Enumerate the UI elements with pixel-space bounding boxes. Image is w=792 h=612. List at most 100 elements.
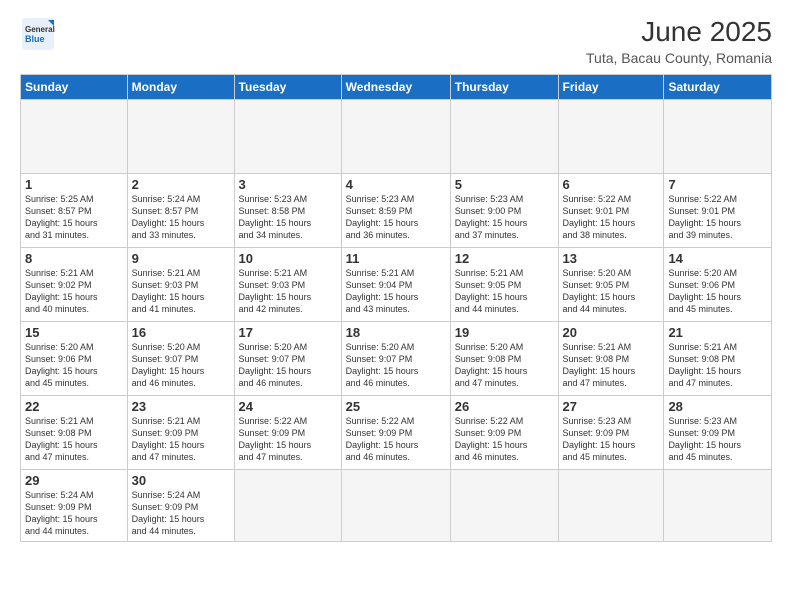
- svg-text:General: General: [25, 25, 55, 34]
- day-number: 27: [563, 399, 660, 414]
- day-number: 8: [25, 251, 123, 266]
- cell-info: Sunrise: 5:23 AMSunset: 9:09 PMDaylight:…: [563, 415, 660, 464]
- table-row: 25Sunrise: 5:22 AMSunset: 9:09 PMDayligh…: [341, 396, 450, 470]
- table-row: 2Sunrise: 5:24 AMSunset: 8:57 PMDaylight…: [127, 174, 234, 248]
- table-row: 12Sunrise: 5:21 AMSunset: 9:05 PMDayligh…: [450, 248, 558, 322]
- day-number: 10: [239, 251, 337, 266]
- cell-info: Sunrise: 5:22 AMSunset: 9:01 PMDaylight:…: [668, 193, 767, 242]
- title-area: June 2025 Tuta, Bacau County, Romania: [586, 16, 772, 66]
- table-row: [21, 100, 128, 174]
- table-row: 27Sunrise: 5:23 AMSunset: 9:09 PMDayligh…: [558, 396, 664, 470]
- table-row: 26Sunrise: 5:22 AMSunset: 9:09 PMDayligh…: [450, 396, 558, 470]
- cell-info: Sunrise: 5:22 AMSunset: 9:09 PMDaylight:…: [346, 415, 446, 464]
- day-number: 19: [455, 325, 554, 340]
- day-number: 17: [239, 325, 337, 340]
- day-number: 2: [132, 177, 230, 192]
- day-number: 29: [25, 473, 123, 488]
- day-number: 16: [132, 325, 230, 340]
- cell-info: Sunrise: 5:21 AMSunset: 9:03 PMDaylight:…: [132, 267, 230, 316]
- col-tuesday: Tuesday: [234, 75, 341, 100]
- table-row: 21Sunrise: 5:21 AMSunset: 9:08 PMDayligh…: [664, 322, 772, 396]
- cell-info: Sunrise: 5:20 AMSunset: 9:06 PMDaylight:…: [25, 341, 123, 390]
- day-number: 25: [346, 399, 446, 414]
- day-number: 3: [239, 177, 337, 192]
- table-row: 30Sunrise: 5:24 AMSunset: 9:09 PMDayligh…: [127, 470, 234, 542]
- table-row: [558, 470, 664, 542]
- col-thursday: Thursday: [450, 75, 558, 100]
- cell-info: Sunrise: 5:22 AMSunset: 9:01 PMDaylight:…: [563, 193, 660, 242]
- table-row: 7Sunrise: 5:22 AMSunset: 9:01 PMDaylight…: [664, 174, 772, 248]
- day-number: 1: [25, 177, 123, 192]
- location: Tuta, Bacau County, Romania: [586, 50, 772, 66]
- day-number: 6: [563, 177, 660, 192]
- cell-info: Sunrise: 5:24 AMSunset: 9:09 PMDaylight:…: [132, 489, 230, 538]
- table-row: 22Sunrise: 5:21 AMSunset: 9:08 PMDayligh…: [21, 396, 128, 470]
- table-row: 28Sunrise: 5:23 AMSunset: 9:09 PMDayligh…: [664, 396, 772, 470]
- page: General Blue June 2025 Tuta, Bacau Count…: [0, 0, 792, 612]
- cell-info: Sunrise: 5:20 AMSunset: 9:07 PMDaylight:…: [239, 341, 337, 390]
- table-row: 3Sunrise: 5:23 AMSunset: 8:58 PMDaylight…: [234, 174, 341, 248]
- table-row: [558, 100, 664, 174]
- day-number: 26: [455, 399, 554, 414]
- day-number: 24: [239, 399, 337, 414]
- table-row: [450, 470, 558, 542]
- table-row: 24Sunrise: 5:22 AMSunset: 9:09 PMDayligh…: [234, 396, 341, 470]
- cell-info: Sunrise: 5:21 AMSunset: 9:05 PMDaylight:…: [455, 267, 554, 316]
- table-row: [664, 470, 772, 542]
- col-sunday: Sunday: [21, 75, 128, 100]
- table-row: [664, 100, 772, 174]
- cell-info: Sunrise: 5:24 AMSunset: 9:09 PMDaylight:…: [25, 489, 123, 538]
- table-row: 1Sunrise: 5:25 AMSunset: 8:57 PMDaylight…: [21, 174, 128, 248]
- day-number: 14: [668, 251, 767, 266]
- logo: General Blue: [20, 16, 56, 52]
- day-number: 9: [132, 251, 230, 266]
- col-monday: Monday: [127, 75, 234, 100]
- table-row: 16Sunrise: 5:20 AMSunset: 9:07 PMDayligh…: [127, 322, 234, 396]
- day-number: 7: [668, 177, 767, 192]
- logo-icon: General Blue: [20, 16, 56, 52]
- table-row: 18Sunrise: 5:20 AMSunset: 9:07 PMDayligh…: [341, 322, 450, 396]
- table-row: 15Sunrise: 5:20 AMSunset: 9:06 PMDayligh…: [21, 322, 128, 396]
- cell-info: Sunrise: 5:23 AMSunset: 9:00 PMDaylight:…: [455, 193, 554, 242]
- cell-info: Sunrise: 5:25 AMSunset: 8:57 PMDaylight:…: [25, 193, 123, 242]
- day-number: 28: [668, 399, 767, 414]
- cell-info: Sunrise: 5:21 AMSunset: 9:08 PMDaylight:…: [563, 341, 660, 390]
- cell-info: Sunrise: 5:21 AMSunset: 9:08 PMDaylight:…: [668, 341, 767, 390]
- table-row: 8Sunrise: 5:21 AMSunset: 9:02 PMDaylight…: [21, 248, 128, 322]
- table-row: 19Sunrise: 5:20 AMSunset: 9:08 PMDayligh…: [450, 322, 558, 396]
- cell-info: Sunrise: 5:21 AMSunset: 9:02 PMDaylight:…: [25, 267, 123, 316]
- cell-info: Sunrise: 5:22 AMSunset: 9:09 PMDaylight:…: [455, 415, 554, 464]
- table-row: 9Sunrise: 5:21 AMSunset: 9:03 PMDaylight…: [127, 248, 234, 322]
- cell-info: Sunrise: 5:20 AMSunset: 9:07 PMDaylight:…: [346, 341, 446, 390]
- table-row: 6Sunrise: 5:22 AMSunset: 9:01 PMDaylight…: [558, 174, 664, 248]
- cell-info: Sunrise: 5:21 AMSunset: 9:09 PMDaylight:…: [132, 415, 230, 464]
- header-row: Sunday Monday Tuesday Wednesday Thursday…: [21, 75, 772, 100]
- table-row: 11Sunrise: 5:21 AMSunset: 9:04 PMDayligh…: [341, 248, 450, 322]
- cell-info: Sunrise: 5:21 AMSunset: 9:03 PMDaylight:…: [239, 267, 337, 316]
- day-number: 4: [346, 177, 446, 192]
- table-row: 13Sunrise: 5:20 AMSunset: 9:05 PMDayligh…: [558, 248, 664, 322]
- cell-info: Sunrise: 5:22 AMSunset: 9:09 PMDaylight:…: [239, 415, 337, 464]
- day-number: 11: [346, 251, 446, 266]
- day-number: 13: [563, 251, 660, 266]
- cell-info: Sunrise: 5:23 AMSunset: 8:58 PMDaylight:…: [239, 193, 337, 242]
- cell-info: Sunrise: 5:20 AMSunset: 9:05 PMDaylight:…: [563, 267, 660, 316]
- cell-info: Sunrise: 5:20 AMSunset: 9:06 PMDaylight:…: [668, 267, 767, 316]
- table-row: 20Sunrise: 5:21 AMSunset: 9:08 PMDayligh…: [558, 322, 664, 396]
- day-number: 21: [668, 325, 767, 340]
- day-number: 5: [455, 177, 554, 192]
- table-row: 10Sunrise: 5:21 AMSunset: 9:03 PMDayligh…: [234, 248, 341, 322]
- table-row: 17Sunrise: 5:20 AMSunset: 9:07 PMDayligh…: [234, 322, 341, 396]
- day-number: 12: [455, 251, 554, 266]
- table-row: 23Sunrise: 5:21 AMSunset: 9:09 PMDayligh…: [127, 396, 234, 470]
- cell-info: Sunrise: 5:20 AMSunset: 9:07 PMDaylight:…: [132, 341, 230, 390]
- cell-info: Sunrise: 5:20 AMSunset: 9:08 PMDaylight:…: [455, 341, 554, 390]
- day-number: 20: [563, 325, 660, 340]
- table-row: 29Sunrise: 5:24 AMSunset: 9:09 PMDayligh…: [21, 470, 128, 542]
- table-row: [127, 100, 234, 174]
- col-saturday: Saturday: [664, 75, 772, 100]
- table-row: [341, 100, 450, 174]
- day-number: 23: [132, 399, 230, 414]
- month-title: June 2025: [586, 16, 772, 48]
- table-row: 5Sunrise: 5:23 AMSunset: 9:00 PMDaylight…: [450, 174, 558, 248]
